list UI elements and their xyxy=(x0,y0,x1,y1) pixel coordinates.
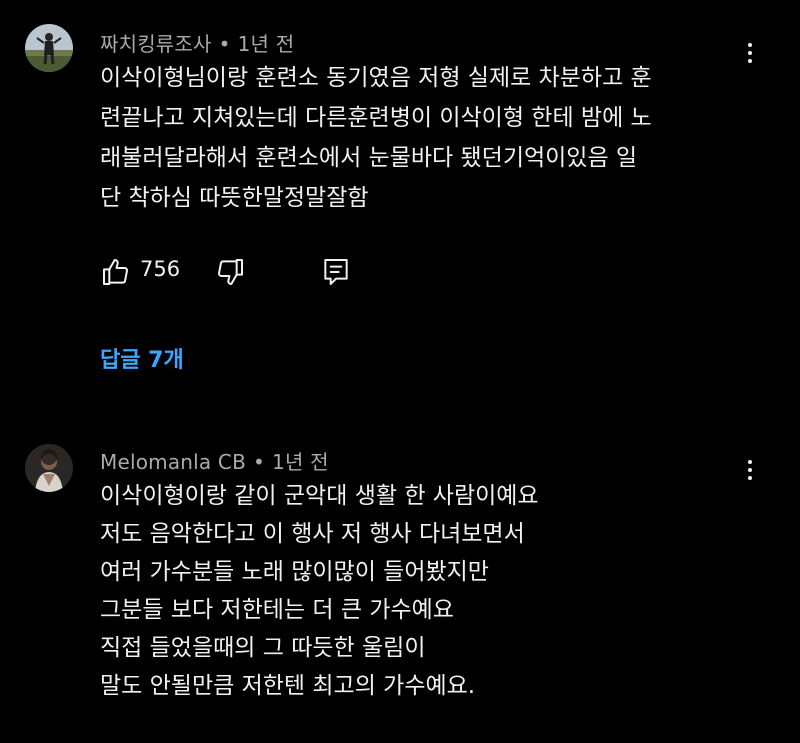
comment-reply-icon xyxy=(324,259,348,285)
comment-line: 그분들 보다 저한테는 더 큰 가수예요 xyxy=(100,597,454,623)
comment-line: 이삭이형님이랑 훈련소 동기였음 저형 실제로 차분하고 훈 xyxy=(100,65,652,91)
comment-actions: 756 xyxy=(100,252,400,292)
comment-line: 이삭이형이랑 같이 군악대 생활 한 사람이예요 xyxy=(100,483,539,509)
comment-line: 여러 가수분들 노래 많이많이 들어봤지만 xyxy=(100,559,489,585)
comment-line: 련끝나고 지쳐있는데 다른훈련병이 이삭이형 한테 밤에 노 xyxy=(100,105,652,131)
comment-time[interactable]: 1년 전 xyxy=(238,32,295,56)
meta-separator: • xyxy=(253,450,266,474)
like-button[interactable] xyxy=(100,256,132,288)
avatar[interactable] xyxy=(25,444,73,492)
view-replies-button[interactable]: 답글 7개 xyxy=(100,342,184,374)
comment-author[interactable]: 짜치킹류조사 xyxy=(100,32,212,56)
comments-section: 짜치킹류조사 • 1년 전 이삭이형님이랑 훈련소 동기였음 저형 실제로 차분하고… xyxy=(0,0,800,743)
reply-button[interactable] xyxy=(320,256,352,288)
comment-line: 직접 들었을때의 그 따듯한 울림이 xyxy=(100,635,426,661)
avatar-image xyxy=(25,444,73,492)
meta-separator: • xyxy=(218,32,231,56)
like-count: 756 xyxy=(140,257,181,281)
thumbs-down-icon xyxy=(218,259,243,285)
comment-text: 이삭이형님이랑 훈련소 동기였음 저형 실제로 차분하고 훈 련끝나고 지쳐있는… xyxy=(100,58,760,218)
avatar[interactable] xyxy=(25,24,73,72)
thumbs-up-icon xyxy=(103,259,128,285)
comment-text: 이삭이형이랑 같이 군악대 생활 한 사람이예요 저도 음악한다고 이 행사 저… xyxy=(100,477,760,705)
comment-author[interactable]: Melomanla CB xyxy=(100,450,246,474)
comment-time[interactable]: 1년 전 xyxy=(272,450,329,474)
comment-meta: 짜치킹류조사 • 1년 전 xyxy=(100,28,294,57)
avatar-image xyxy=(25,24,73,72)
comment-line: 래불러달라해서 훈련소에서 눈물바다 됐던기억이있음 일 xyxy=(100,145,638,171)
comment-line: 단 착하심 따뜻한말정말잘함 xyxy=(100,185,369,211)
comment-meta: Melomanla CB • 1년 전 xyxy=(100,446,329,475)
comment-line: 저도 음악한다고 이 행사 저 행사 다녀보면서 xyxy=(100,521,525,547)
dislike-button[interactable] xyxy=(214,256,246,288)
comment-line: 말도 안될만큼 저한텐 최고의 가수예요. xyxy=(100,673,476,699)
